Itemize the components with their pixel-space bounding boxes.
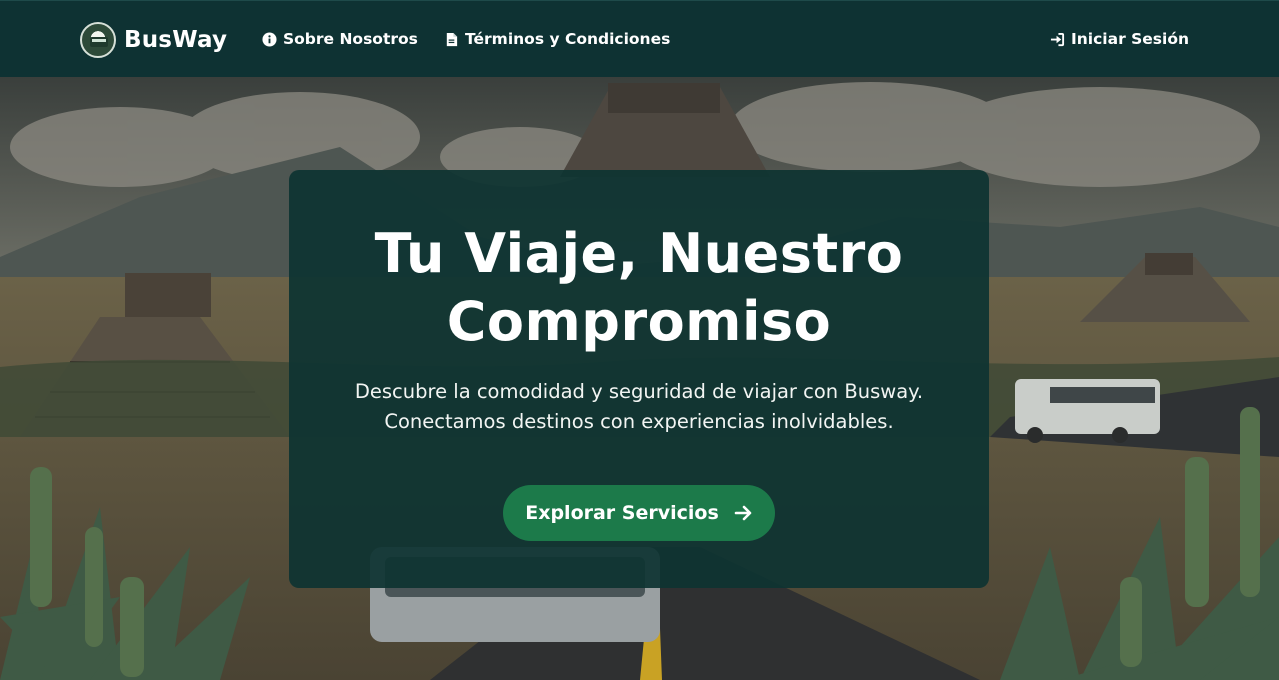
nav-link-about-label: Sobre Nosotros <box>283 30 418 48</box>
sign-in-icon <box>1050 32 1065 46</box>
nav-link-login[interactable]: Iniciar Sesión <box>1050 27 1189 51</box>
arrow-right-icon <box>734 505 752 521</box>
nav-link-about[interactable]: Sobre Nosotros <box>262 27 418 51</box>
explore-services-button[interactable]: Explorar Servicios <box>503 485 775 541</box>
explore-services-label: Explorar Servicios <box>525 502 719 524</box>
nav-link-terms[interactable]: Términos y Condiciones <box>444 27 670 51</box>
hero-card: Tu Viaje, Nuestro Compromiso Descubre la… <box>289 170 989 588</box>
hero-title: Tu Viaje, Nuestro Compromiso <box>374 222 904 353</box>
hero-description-line-1: Descubre la comodidad y seguridad de via… <box>354 380 924 403</box>
info-circle-icon <box>262 31 277 47</box>
brand-name: BusWay <box>124 27 228 53</box>
navbar: BusWay Sobre Nosotros Términos y Condici… <box>0 0 1279 77</box>
hero-description: Descubre la comodidad y seguridad de via… <box>329 377 949 437</box>
nav-link-terms-label: Términos y Condiciones <box>465 30 671 48</box>
nav-link-login-label: Iniciar Sesión <box>1071 30 1190 48</box>
bus-logo-icon <box>80 22 116 58</box>
file-text-icon <box>446 32 458 46</box>
hero-description-line-2: Conectamos destinos con experiencias ino… <box>384 410 894 433</box>
brand-link[interactable]: BusWay <box>80 21 227 59</box>
